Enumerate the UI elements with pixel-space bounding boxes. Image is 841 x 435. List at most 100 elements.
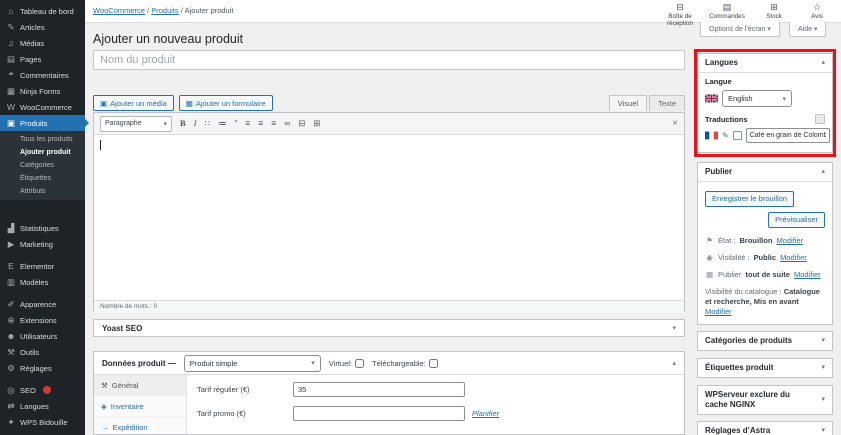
paragraph-style-select[interactable]: Paragraphe ▾ <box>100 115 172 132</box>
yoast-seo-panel[interactable]: Yoast SEO ▾ <box>93 319 685 337</box>
blockquote-button[interactable]: “ <box>234 119 237 128</box>
edit-visibility-link[interactable]: Modifier <box>780 253 807 262</box>
sidebar-item-pages[interactable]: ▤ Pages <box>0 51 85 67</box>
publish-panel-header[interactable]: Publier ▴ <box>698 163 832 182</box>
submenu-add-product[interactable]: Ajouter produit <box>0 146 85 159</box>
sidebar-item-comments[interactable]: ❝ Commentaires <box>0 67 85 83</box>
translation-input[interactable] <box>745 128 830 143</box>
align-center-button[interactable]: ≡ <box>258 119 263 128</box>
sidebar-item-seo[interactable]: ◎ SEO <box>0 382 85 398</box>
submenu-categories[interactable]: Catégories <box>0 159 85 172</box>
edit-catalog-visibility-link[interactable]: Modifier <box>705 307 732 316</box>
sidebar-item-woocommerce[interactable]: W WooCommerce <box>0 99 85 115</box>
visibility-row: ◉ Visibilité : Public Modifier <box>705 253 825 262</box>
sidebar-item-wps-bidouille[interactable]: ✦ WPS Bidouille <box>0 414 85 430</box>
downloadable-checkbox-group: Téléchargeable: <box>372 358 438 368</box>
sidebar-item-elementor[interactable]: E Elementor <box>0 258 85 274</box>
inbox-action[interactable]: ⊟ Boîte de réception <box>664 2 696 27</box>
sidebar-item-posts[interactable]: ✎ Articles <box>0 19 85 35</box>
form-icon: ▦ <box>6 85 16 96</box>
publish-panel-body: Enregistrer le brouillon Prévisualiser ⚑… <box>698 182 832 317</box>
translations-settings-icon[interactable] <box>815 114 825 124</box>
stock-action[interactable]: ⊞ Stock <box>758 2 790 20</box>
wpserveur-cache-header[interactable]: WPServeur exclure du cache NGINX ▾ <box>698 386 832 414</box>
help-tab[interactable]: Aide ▾ <box>789 22 827 37</box>
sidebar-item-products[interactable]: ▣ Produits <box>0 115 85 131</box>
chevron-up-icon[interactable]: ▴ <box>672 359 676 367</box>
languages-panel-title: Langues <box>705 58 738 67</box>
sale-price-input[interactable] <box>293 406 465 421</box>
virtual-checkbox[interactable] <box>355 358 364 368</box>
astra-settings-header[interactable]: Réglages d’Astra ▾ <box>698 422 832 435</box>
sidebar-item-tools[interactable]: ⚒ Outils <box>0 344 85 360</box>
orders-action[interactable]: ▤ Commandes <box>707 2 747 20</box>
submenu-attributes[interactable]: Attributs <box>0 185 85 198</box>
languages-panel-header[interactable]: Langues ▴ <box>698 54 832 73</box>
tab-inventory[interactable]: ◈ Inventaire <box>94 396 186 417</box>
submenu-tags[interactable]: Étiquettes <box>0 172 85 185</box>
toolbar-toggle-button[interactable]: ⊞ <box>313 119 320 128</box>
screen-options-tab[interactable]: Options de l’écran ▾ <box>700 22 780 37</box>
sidebar-item-collapse-menu[interactable]: ◀ Réduire le menu <box>0 430 85 435</box>
bulleted-list-button[interactable]: ∷ <box>205 119 210 128</box>
sidebar-item-plugins[interactable]: ⊕ Extensions <box>0 312 85 328</box>
read-more-button[interactable]: ⊟ <box>298 119 305 128</box>
link-button[interactable]: ∞ <box>284 119 290 128</box>
status-value: Brouillon <box>739 235 773 245</box>
astra-settings-panel: Réglages d’Astra ▾ <box>697 421 833 435</box>
preview-button[interactable]: Prévisualiser <box>768 211 825 228</box>
product-type-select[interactable]: Produit simple ▾ <box>183 354 321 372</box>
visibility-value: Public <box>753 252 777 262</box>
sidebar-item-settings[interactable]: ⚙ Réglages <box>0 360 85 376</box>
tab-general[interactable]: ⚒ Général <box>94 375 186 396</box>
numbered-list-button[interactable]: ≔ <box>218 119 227 128</box>
sidebar-item-analytics[interactable]: ▟ Statistiques <box>0 220 85 236</box>
align-left-button[interactable]: ≡ <box>245 119 250 128</box>
chevron-up-icon: ▴ <box>821 58 825 66</box>
italic-button[interactable]: I <box>194 119 197 128</box>
sidebar-item-users[interactable]: ☻ Utilisateurs <box>0 328 85 344</box>
sidebar-item-appearance[interactable]: ✐ Apparence <box>0 296 85 312</box>
catalog-visibility-row: Visibilité du catalogue : Catalogue et r… <box>705 287 825 317</box>
bold-button[interactable]: B <box>180 119 186 128</box>
breadcrumb-products-link[interactable]: Produits <box>151 6 179 15</box>
add-form-button[interactable]: ▦ Ajouter un formulaire <box>178 95 273 111</box>
sidebar-item-media[interactable]: ♫ Médias <box>0 35 85 51</box>
regular-price-input[interactable] <box>293 382 465 397</box>
product-categories-header[interactable]: Catégories de produits ▾ <box>698 332 832 350</box>
sidebar-item-label: Commentaires <box>20 70 69 80</box>
sidebar-item-label: SEO <box>20 385 36 395</box>
product-tags-header[interactable]: Étiquettes produit ▾ <box>698 359 832 377</box>
product-name-input[interactable] <box>93 50 685 70</box>
edit-translation-icon[interactable]: ✎ <box>722 131 729 140</box>
editor-content-area[interactable] <box>94 135 684 300</box>
edit-status-link[interactable]: Modifier <box>776 236 803 245</box>
tab-text[interactable]: Texte <box>649 95 685 111</box>
tab-visual[interactable]: Visuel <box>608 95 648 111</box>
reviews-action[interactable]: ☆ Avis <box>801 2 833 20</box>
schedule-value: tout de suite <box>745 269 790 279</box>
fullscreen-icon[interactable]: × <box>672 118 678 129</box>
edit-schedule-link[interactable]: Modifier <box>794 270 821 279</box>
schedule-sale-link[interactable]: Planifier <box>472 409 499 418</box>
breadcrumb-woocommerce-link[interactable]: WooCommerce <box>93 6 145 15</box>
sidebar-item-languages[interactable]: ⇄ Langues <box>0 398 85 414</box>
submenu-all-products[interactable]: Tous les produits <box>0 133 85 146</box>
tab-shipping[interactable]: → Expédition <box>94 417 186 434</box>
inventory-icon: ◈ <box>101 401 107 411</box>
add-media-button[interactable]: ▣ Ajouter un média <box>93 95 174 111</box>
sidebar-item-dashboard[interactable]: ⌂ Tableau de bord <box>0 3 85 19</box>
sidebar-item-marketing[interactable]: ▶ Marketing <box>0 236 85 252</box>
uk-flag-icon <box>705 94 718 103</box>
downloadable-checkbox[interactable] <box>428 358 438 368</box>
align-right-button[interactable]: ≡ <box>271 119 276 128</box>
astra-settings-title: Réglages d’Astra <box>705 426 771 435</box>
sidebar-item-label: Articles <box>20 22 45 32</box>
translation-sync-checkbox[interactable] <box>732 131 742 140</box>
editor-mode-tabs: Visuel Texte <box>608 95 685 111</box>
save-draft-button[interactable]: Enregistrer le brouillon <box>705 190 795 207</box>
sidebar-item-ninja-forms[interactable]: ▦ Ninja Forms <box>0 83 85 99</box>
sidebar-item-templates[interactable]: ▥ Modèles <box>0 274 85 290</box>
pages-icon: ▤ <box>6 53 16 64</box>
language-select[interactable]: English ▾ <box>722 90 792 107</box>
